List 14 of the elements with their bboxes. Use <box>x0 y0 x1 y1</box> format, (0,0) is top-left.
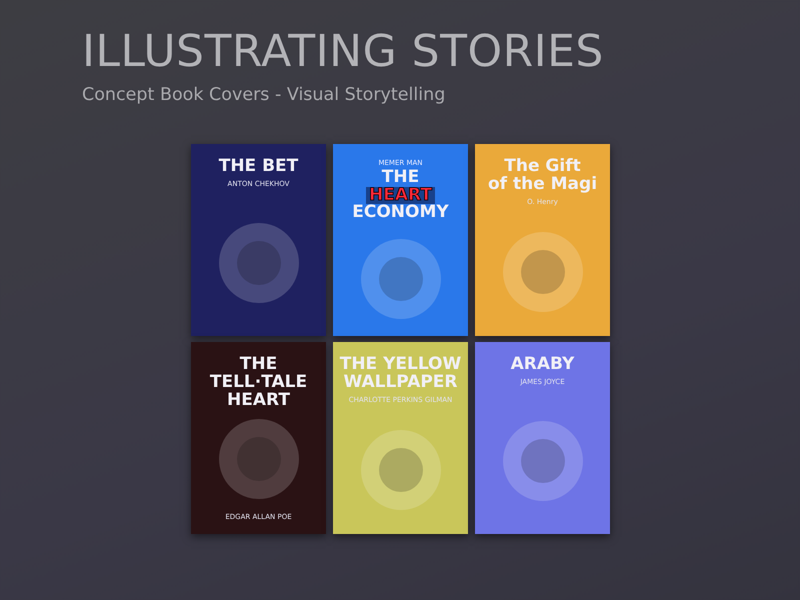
cover-title: WALLPAPER <box>343 374 458 392</box>
cover-title: ARABY <box>510 356 574 374</box>
cover-title: THE <box>382 168 420 187</box>
cover-title: of the Magi <box>488 176 598 194</box>
cover-title: HEART <box>366 186 435 204</box>
cover-title: HEART <box>227 392 290 410</box>
cover-title: ECONOMY <box>352 204 449 222</box>
page-subtitle: Concept Book Covers - Visual Storytelling <box>82 84 446 107</box>
cover-title: THE BET <box>218 158 298 176</box>
cover-title: THE <box>240 356 278 374</box>
cover-title: THE YELLOW <box>340 356 462 374</box>
cover-title: The Gift <box>504 158 581 176</box>
cover-title: TELL·TALE <box>210 374 308 392</box>
page-title: ILLUSTRATING STORIES <box>82 30 605 74</box>
